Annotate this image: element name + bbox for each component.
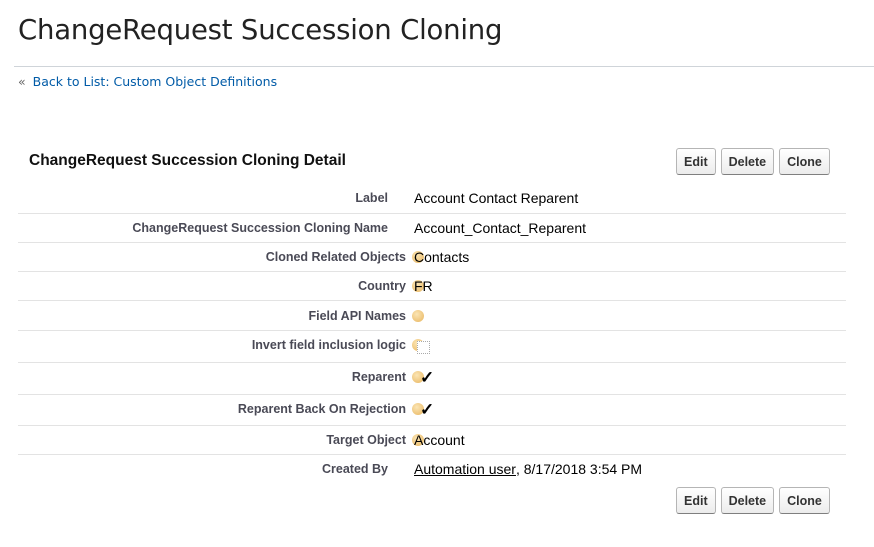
field-value: [417, 341, 430, 354]
delete-button[interactable]: Delete: [720, 487, 775, 514]
back-to-list-link[interactable]: Back to List: Custom Object Definitions: [33, 74, 277, 89]
field-value: Account_Contact_Reparent: [414, 220, 586, 236]
detail-section-title: ChangeRequest Succession Cloning Detail: [29, 152, 346, 169]
field-label: Country: [358, 279, 424, 293]
field-label: Reparent: [351, 370, 424, 384]
field-label: Target Object: [326, 433, 424, 447]
field-label: Cloned Related Objects: [265, 250, 424, 264]
field-value: Account Contact Reparent: [414, 190, 579, 206]
field-label: Field API Names: [308, 309, 424, 323]
field-row-label: Label Account Contact Reparent: [18, 183, 846, 214]
field-label-text: Target Object: [326, 433, 406, 447]
field-label-text: Invert field inclusion logic: [251, 338, 406, 352]
field-label: Label: [355, 191, 388, 205]
clone-button[interactable]: Clone: [779, 487, 830, 514]
field-label-text: Reparent Back On Rejection: [237, 402, 406, 416]
field-row-field-api-names: Field API Names: [18, 301, 846, 331]
checkmark-icon: ✓: [420, 400, 435, 419]
bottom-button-bar: Edit Delete Clone: [676, 487, 830, 514]
field-value: Contacts: [414, 249, 470, 265]
field-value: FR: [414, 278, 433, 294]
field-row-reparent-back-on-rejection: Reparent Back On Rejection ✓: [18, 395, 846, 426]
field-value: ✓: [420, 369, 434, 386]
field-label: Created By: [322, 462, 388, 476]
field-row-invert-field-inclusion-logic: Invert field inclusion logic: [18, 331, 846, 363]
field-label-text: Reparent: [351, 370, 406, 384]
field-row-cloned-related-objects: Cloned Related Objects Contacts: [18, 243, 846, 272]
edit-button[interactable]: Edit: [676, 487, 716, 514]
clone-button[interactable]: Clone: [779, 148, 830, 175]
field-value: ✓: [420, 401, 434, 418]
edit-button[interactable]: Edit: [676, 148, 716, 175]
field-label: ChangeRequest Succession Cloning Name: [132, 221, 388, 235]
field-value: Account: [414, 432, 465, 448]
help-icon[interactable]: [412, 310, 424, 322]
field-label: Reparent Back On Rejection: [237, 402, 424, 416]
detail-list: Label Account Contact Reparent ChangeReq…: [18, 183, 846, 483]
field-row-created-by: Created By Automation user , 8/17/2018 3…: [18, 455, 846, 483]
field-row-reparent: Reparent ✓: [18, 363, 846, 395]
field-row-country: Country FR: [18, 272, 846, 301]
field-row-target-object: Target Object Account: [18, 426, 846, 455]
created-date: , 8/17/2018 3:54 PM: [515, 461, 643, 477]
unchecked-checkbox-icon: [417, 341, 430, 354]
top-button-bar: Edit Delete Clone: [676, 148, 830, 175]
field-label-text: Country: [358, 279, 406, 293]
created-by-user-link[interactable]: Automation user: [414, 461, 516, 477]
field-label-text: Cloned Related Objects: [265, 250, 406, 264]
checkmark-icon: ✓: [420, 368, 435, 387]
back-arrow-icon: «: [18, 74, 26, 89]
field-label-text: Field API Names: [308, 309, 407, 323]
breadcrumb: « Back to List: Custom Object Definition…: [18, 74, 277, 89]
field-value: Automation user , 8/17/2018 3:54 PM: [414, 461, 642, 477]
title-divider: [14, 66, 874, 67]
field-row-name: ChangeRequest Succession Cloning Name Ac…: [18, 214, 846, 243]
delete-button[interactable]: Delete: [720, 148, 775, 175]
field-label: Invert field inclusion logic: [251, 338, 424, 352]
page-title: ChangeRequest Succession Cloning: [18, 14, 503, 46]
